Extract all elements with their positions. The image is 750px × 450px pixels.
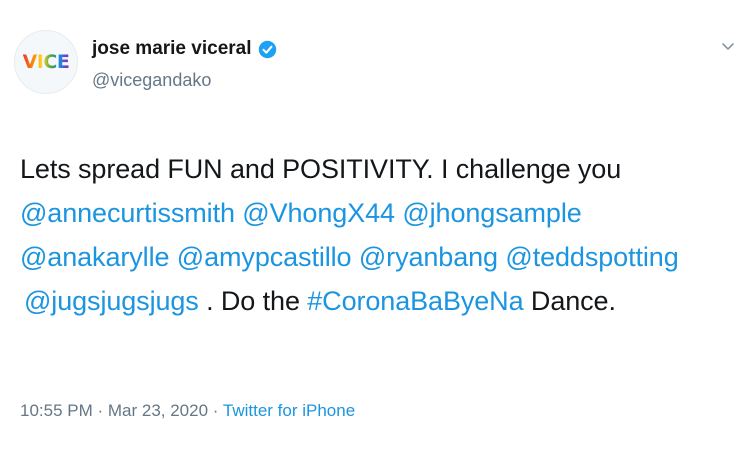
meta-separator: ·: [92, 401, 108, 420]
mention-link[interactable]: @jhongsample: [402, 198, 581, 228]
tweet-line-3: @anakarylle @amypcastillo @ryanbang @ted…: [20, 235, 740, 279]
display-name[interactable]: jose marie viceral: [92, 38, 252, 60]
user-handle[interactable]: @vicegandako: [92, 70, 211, 91]
tweet-card: VICE jose marie viceral @vicegandako Let…: [0, 0, 750, 450]
verified-badge-icon: [258, 40, 276, 58]
tweet-source-link[interactable]: Twitter for iPhone: [223, 401, 355, 420]
avatar[interactable]: VICE: [14, 30, 78, 94]
tweet-metadata: 10:55 PM · Mar 23, 2020 · Twitter for iP…: [20, 401, 355, 421]
mention-link[interactable]: @annecurtissmith: [20, 198, 235, 228]
tweet-time[interactable]: 10:55 PM: [20, 401, 93, 420]
tweet-line-1: Lets spread FUN and POSITIVITY. I challe…: [20, 154, 622, 184]
mention-link[interactable]: @VhongX44: [242, 198, 395, 228]
mention-link[interactable]: @jugsjugsjugs: [24, 286, 199, 316]
vice-logo: VICE: [22, 51, 70, 73]
meta-separator: ·: [208, 401, 223, 420]
author-name-row: jose marie viceral: [92, 38, 277, 60]
mention-link[interactable]: @anakarylle: [20, 242, 169, 272]
mention-link[interactable]: @teddspotting: [505, 242, 678, 272]
tweet-text-segment: Dance.: [523, 286, 616, 316]
chevron-down-icon[interactable]: [720, 38, 736, 54]
mention-link[interactable]: @amypcastillo: [177, 242, 352, 272]
hashtag-link[interactable]: #CoronaBaByeNa: [307, 286, 523, 316]
tweet-line-4: @jugsjugsjugs . Do the #CoronaBaByeNa Da…: [20, 279, 740, 323]
tweet-text: Lets spread FUN and POSITIVITY. I challe…: [20, 147, 740, 323]
tweet-text-segment: . Do the: [198, 286, 308, 316]
tweet-date[interactable]: Mar 23, 2020: [108, 401, 208, 420]
mention-link[interactable]: @ryanbang: [359, 242, 498, 272]
tweet-line-2: @annecurtissmith @VhongX44 @jhongsample: [20, 191, 740, 235]
